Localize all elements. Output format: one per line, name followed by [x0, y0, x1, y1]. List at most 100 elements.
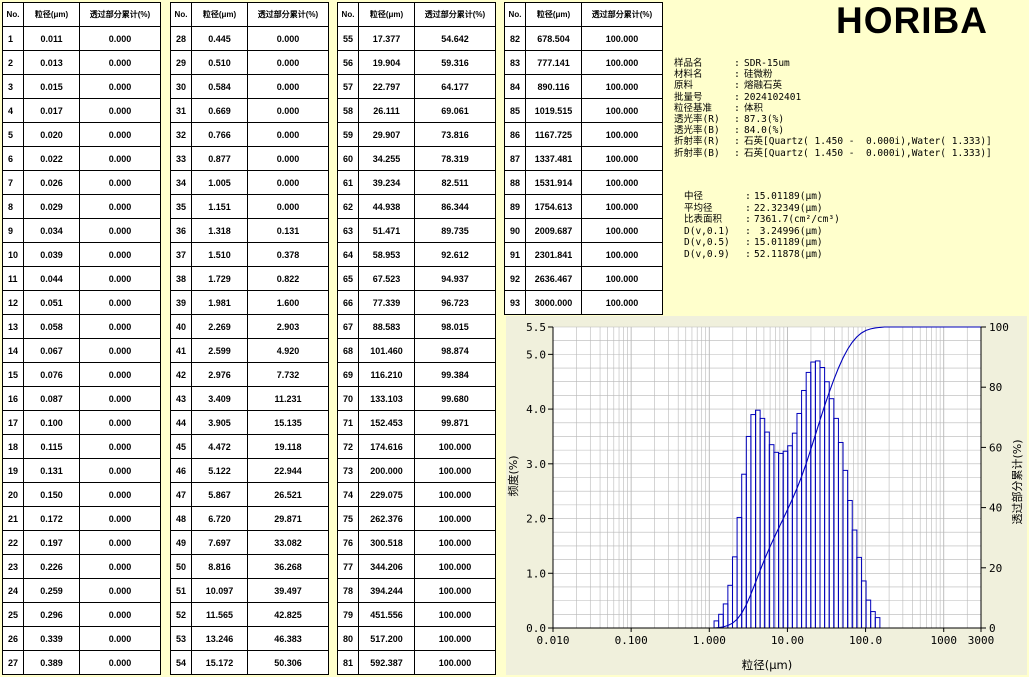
left-tick-label: 2.0 — [526, 513, 546, 526]
row-number: 32 — [170, 122, 192, 147]
cumulative-passing: 89.735 — [414, 218, 496, 243]
cumulative-passing: 69.061 — [414, 98, 496, 123]
row-number: 34 — [170, 170, 192, 195]
table-row: 66 77.339 96.723 — [337, 290, 496, 315]
particle-size: 0.584 — [191, 74, 248, 99]
row-number: 78 — [337, 578, 359, 603]
cumulative-passing: 0.822 — [247, 266, 329, 291]
cumulative-passing: 100.000 — [581, 26, 663, 51]
particle-size: 0.044 — [23, 266, 80, 291]
stat-value: 22.32349(μm) — [754, 202, 823, 214]
info-key: 折射率(B) — [674, 147, 720, 159]
table-row: 12 0.051 0.000 — [2, 290, 161, 315]
row-number: 65 — [337, 266, 359, 291]
info-key: 透光率(B) — [674, 125, 720, 137]
cumulative-passing: 86.344 — [414, 194, 496, 219]
cumulative-passing: 100.000 — [581, 122, 663, 147]
particle-size: 0.011 — [23, 26, 80, 51]
cumulative-passing: 0.000 — [79, 314, 161, 339]
table-row: 3 0.015 0.000 — [2, 74, 161, 99]
particle-size: 0.389 — [23, 650, 80, 675]
table-row: 17 0.100 0.000 — [2, 410, 161, 435]
row-number: 27 — [2, 650, 24, 675]
table-row: 89 1754.613 100.000 — [504, 194, 663, 219]
row-number: 84 — [504, 74, 526, 99]
particle-size: 0.022 — [23, 146, 80, 171]
cumulative-passing: 0.000 — [247, 146, 329, 171]
particle-size: 0.197 — [23, 530, 80, 555]
table-row: 24 0.259 0.000 — [2, 578, 161, 603]
right-tick-label: 100 — [989, 321, 1009, 334]
row-number: 52 — [170, 602, 192, 627]
result-stats: 中径:15.01189(μm) 平均径:22.32349(μm) 比表面积:7361… — [684, 191, 840, 260]
cumulative-passing: 0.000 — [247, 74, 329, 99]
stat-row: 比表面积:7361.7(cm²/cm³) — [684, 214, 840, 226]
particle-size: 3.905 — [191, 410, 248, 435]
info-row: 材料名: 硅微粉 — [674, 69, 992, 80]
row-number: 59 — [337, 122, 359, 147]
row-number: 93 — [504, 290, 526, 315]
cumulative-passing: 100.000 — [414, 458, 496, 483]
table-row: 16 0.087 0.000 — [2, 386, 161, 411]
particle-size: 44.938 — [358, 194, 415, 219]
cumulative-passing: 73.816 — [414, 122, 496, 147]
x-axis-label: 粒径(μm) — [742, 658, 793, 672]
row-number: 15 — [2, 362, 24, 387]
x-tick-label: 100.0 — [849, 634, 882, 647]
particle-size: 67.523 — [358, 266, 415, 291]
table-header: No. — [337, 2, 359, 27]
row-number: 2 — [2, 50, 24, 75]
cumulative-passing: 0.000 — [79, 362, 161, 387]
cumulative-passing: 100.000 — [414, 626, 496, 651]
table-row: 19 0.131 0.000 — [2, 458, 161, 483]
particle-size: 1019.515 — [525, 98, 582, 123]
row-number: 82 — [504, 26, 526, 51]
row-number: 77 — [337, 554, 359, 579]
cumulative-passing: 0.000 — [247, 50, 329, 75]
stat-value: 7361.7(cm²/cm³) — [754, 214, 840, 225]
table-row: 41 2.599 4.920 — [170, 338, 329, 363]
separator: : — [734, 80, 740, 92]
row-number: 85 — [504, 98, 526, 123]
particle-size: 229.075 — [358, 482, 415, 507]
particle-size: 174.616 — [358, 434, 415, 459]
table-row: 10 0.039 0.000 — [2, 242, 161, 267]
table-row: 32 0.766 0.000 — [170, 122, 329, 147]
separator: : — [745, 237, 751, 248]
particle-size: 344.206 — [358, 554, 415, 579]
row-number: 66 — [337, 290, 359, 315]
particle-size: 26.111 — [358, 98, 415, 123]
x-tick-label: 3000 — [968, 634, 995, 647]
data-table-2: No. 粒径(μm) 透过部分累计(%) 28 0.445 0.000 29 0.510 0.0… — [170, 2, 329, 675]
particle-size: 0.039 — [23, 242, 80, 267]
stat-key: D(v,0.9) — [684, 248, 730, 260]
cumulative-passing: 98.874 — [414, 338, 496, 363]
table-row: 91 2301.841 100.000 — [504, 242, 663, 267]
particle-size: 8.816 — [191, 554, 248, 579]
row-number: 37 — [170, 242, 192, 267]
row-number: 18 — [2, 434, 24, 459]
table-row: 7 0.026 0.000 — [2, 170, 161, 195]
separator: : — [734, 136, 740, 148]
cumulative-passing: 78.319 — [414, 146, 496, 171]
row-number: 21 — [2, 506, 24, 531]
cumulative-passing: 92.612 — [414, 242, 496, 267]
info-value: 2024102401 — [744, 91, 802, 103]
particle-size: 0.296 — [23, 602, 80, 627]
separator: : — [745, 214, 751, 225]
row-number: 22 — [2, 530, 24, 555]
row-number: 8 — [2, 194, 24, 219]
stat-row: 平均径:22.32349(μm) — [684, 203, 840, 215]
particle-size: 2.976 — [191, 362, 248, 387]
particle-size: 777.141 — [525, 50, 582, 75]
particle-size: 0.100 — [23, 410, 80, 435]
particle-size: 1.005 — [191, 170, 248, 195]
table-header: 透过部分累计(%) — [414, 2, 496, 27]
cumulative-passing: 0.000 — [247, 26, 329, 51]
stat-key: 平均径 — [684, 202, 713, 214]
row-number: 16 — [2, 386, 24, 411]
row-number: 19 — [2, 458, 24, 483]
cumulative-passing: 100.000 — [581, 50, 663, 75]
particle-size: 2009.687 — [525, 218, 582, 243]
particle-size: 300.518 — [358, 530, 415, 555]
